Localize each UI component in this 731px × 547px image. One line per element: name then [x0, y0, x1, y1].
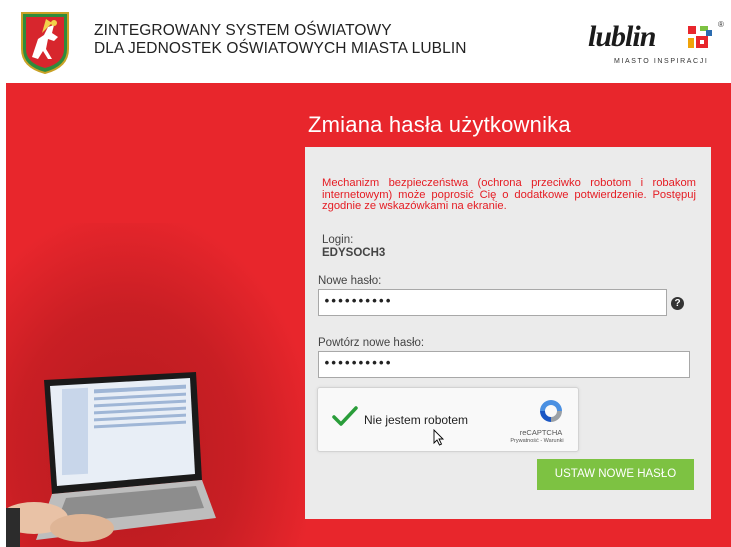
- repeat-password-label: Powtórz nowe hasło:: [318, 337, 425, 349]
- lublin-mark-icon: [688, 26, 712, 48]
- registered-mark: ®: [718, 20, 724, 29]
- system-title: ZINTEGROWANY SYSTEM OŚWIATOWY DLA JEDNOS…: [94, 22, 467, 58]
- mouse-cursor-icon: [433, 429, 445, 446]
- header: ZINTEGROWANY SYSTEM OŚWIATOWY DLA JEDNOS…: [0, 0, 731, 83]
- new-password-label: Nowe hasło:: [318, 275, 382, 287]
- lublin-logo: lublin ® MIASTO INSPIRACJI: [578, 20, 728, 70]
- security-warning: Mechanizm bezpieczeństwa (ochrona przeci…: [322, 177, 696, 212]
- laptop-illustration: [6, 372, 216, 547]
- login-value: EDYSOCH3: [322, 247, 386, 259]
- page-title: Zmiana hasła użytkownika: [308, 112, 571, 137]
- recaptcha-label: Nie jestem robotem: [364, 413, 469, 427]
- recaptcha-widget[interactable]: Nie jestem robotem reCAPTCHA Prywatność …: [317, 387, 579, 452]
- help-icon[interactable]: ?: [671, 297, 684, 310]
- checkmark-icon[interactable]: [332, 405, 358, 427]
- password-change-form: Mechanizm bezpieczeństwa (ochrona przeci…: [305, 147, 711, 519]
- coat-of-arms-icon: [21, 12, 69, 75]
- system-title-line1: ZINTEGROWANY SYSTEM OŚWIATOWY: [94, 22, 392, 39]
- lublin-wordmark: lublin: [588, 20, 656, 53]
- new-password-input[interactable]: ••••••••••: [318, 289, 667, 316]
- repeat-password-input[interactable]: ••••••••••: [318, 351, 690, 378]
- lublin-tagline: MIASTO INSPIRACJI: [614, 58, 709, 65]
- recaptcha-logo-icon: [540, 400, 562, 422]
- set-new-password-button[interactable]: USTAW NOWE HASŁO: [537, 459, 694, 490]
- recaptcha-privacy-terms-links[interactable]: Prywatność - Warunki: [498, 438, 576, 444]
- system-title-line2: DLA JEDNOSTEK OŚWIATOWYCH MIASTA LUBLIN: [94, 40, 467, 57]
- recaptcha-brand: reCAPTCHA: [519, 428, 563, 437]
- login-label: Login:: [322, 234, 354, 246]
